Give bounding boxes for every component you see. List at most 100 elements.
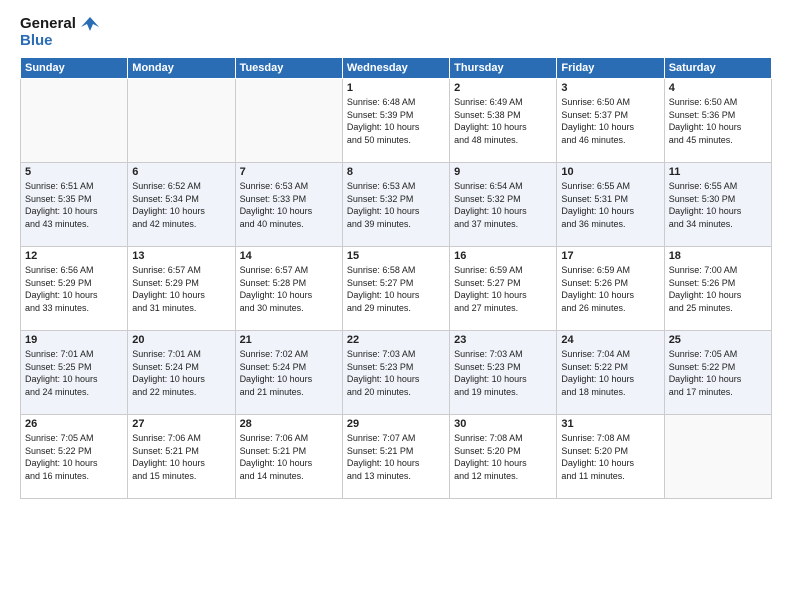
day-number: 7 bbox=[240, 166, 338, 178]
day-number: 30 bbox=[454, 418, 552, 430]
day-info: Sunrise: 6:51 AM Sunset: 5:35 PM Dayligh… bbox=[25, 180, 123, 230]
week-row-3: 12 Sunrise: 6:56 AM Sunset: 5:29 PM Dayli… bbox=[21, 247, 772, 331]
day-info: Sunrise: 6:53 AM Sunset: 5:33 PM Dayligh… bbox=[240, 180, 338, 230]
col-header-tuesday: Tuesday bbox=[235, 58, 342, 79]
day-cell: 28Sunrise: 7:06 AM Sunset: 5:21 PM Dayli… bbox=[235, 415, 342, 499]
day-number: 2 bbox=[454, 82, 552, 94]
calendar-table: SundayMondayTuesdayWednesdayThursdayFrid… bbox=[20, 57, 772, 499]
day-info: Sunrise: 7:02 AM Sunset: 5:24 PM Dayligh… bbox=[240, 348, 338, 398]
day-number: 8 bbox=[347, 166, 445, 178]
day-info: Sunrise: 7:08 AM Sunset: 5:20 PM Dayligh… bbox=[454, 432, 552, 482]
day-number: 23 bbox=[454, 334, 552, 346]
day-info: Sunrise: 7:03 AM Sunset: 5:23 PM Dayligh… bbox=[347, 348, 445, 398]
day-number: 3 bbox=[561, 82, 659, 94]
day-cell: 16 Sunrise: 6:59 AM Sunset: 5:27 PM Dayli… bbox=[450, 247, 557, 331]
day-info: Sunrise: 6:59 AM Sunset: 5:26 PM Dayligh… bbox=[561, 264, 659, 314]
day-info: Sunrise: 7:05 AM Sunset: 5:22 PM Dayligh… bbox=[669, 348, 767, 398]
day-info: Sunrise: 7:08 AM Sunset: 5:20 PM Dayligh… bbox=[561, 432, 659, 482]
day-cell: 7 Sunrise: 6:53 AM Sunset: 5:33 PM Daylig… bbox=[235, 163, 342, 247]
header: General Blue bbox=[20, 16, 772, 49]
day-cell: 8 Sunrise: 6:53 AM Sunset: 5:32 PM Daylig… bbox=[342, 163, 449, 247]
day-number: 12 bbox=[25, 250, 123, 262]
day-number: 1 bbox=[347, 82, 445, 94]
col-header-wednesday: Wednesday bbox=[342, 58, 449, 79]
day-info: Sunrise: 7:07 AM Sunset: 5:21 PM Dayligh… bbox=[347, 432, 445, 482]
week-row-1: 1 Sunrise: 6:48 AM Sunset: 5:39 PM Daylig… bbox=[21, 79, 772, 163]
week-row-2: 5 Sunrise: 6:51 AM Sunset: 5:35 PM Daylig… bbox=[21, 163, 772, 247]
day-number: 6 bbox=[132, 166, 230, 178]
day-info: Sunrise: 6:53 AM Sunset: 5:32 PM Dayligh… bbox=[347, 180, 445, 230]
day-info: Sunrise: 6:57 AM Sunset: 5:28 PM Dayligh… bbox=[240, 264, 338, 314]
day-info: Sunrise: 6:49 AM Sunset: 5:38 PM Dayligh… bbox=[454, 96, 552, 146]
day-info: Sunrise: 6:48 AM Sunset: 5:39 PM Dayligh… bbox=[347, 96, 445, 146]
day-cell bbox=[128, 79, 235, 163]
logo-bird-icon bbox=[81, 17, 99, 31]
day-cell bbox=[21, 79, 128, 163]
day-cell: 6 Sunrise: 6:52 AM Sunset: 5:34 PM Daylig… bbox=[128, 163, 235, 247]
day-info: Sunrise: 7:01 AM Sunset: 5:24 PM Dayligh… bbox=[132, 348, 230, 398]
day-number: 9 bbox=[454, 166, 552, 178]
day-number: 24 bbox=[561, 334, 659, 346]
day-number: 4 bbox=[669, 82, 767, 94]
col-header-friday: Friday bbox=[557, 58, 664, 79]
day-cell: 1 Sunrise: 6:48 AM Sunset: 5:39 PM Daylig… bbox=[342, 79, 449, 163]
day-cell: 10Sunrise: 6:55 AM Sunset: 5:31 PM Dayli… bbox=[557, 163, 664, 247]
day-number: 19 bbox=[25, 334, 123, 346]
col-header-monday: Monday bbox=[128, 58, 235, 79]
week-row-4: 19 Sunrise: 7:01 AM Sunset: 5:25 PM Dayli… bbox=[21, 331, 772, 415]
day-number: 27 bbox=[132, 418, 230, 430]
day-number: 16 bbox=[454, 250, 552, 262]
day-cell: 23 Sunrise: 7:03 AM Sunset: 5:23 PM Dayli… bbox=[450, 331, 557, 415]
col-header-thursday: Thursday bbox=[450, 58, 557, 79]
day-cell: 30 Sunrise: 7:08 AM Sunset: 5:20 PM Dayli… bbox=[450, 415, 557, 499]
day-info: Sunrise: 6:56 AM Sunset: 5:29 PM Dayligh… bbox=[25, 264, 123, 314]
day-cell: 26 Sunrise: 7:05 AM Sunset: 5:22 PM Dayli… bbox=[21, 415, 128, 499]
day-info: Sunrise: 7:01 AM Sunset: 5:25 PM Dayligh… bbox=[25, 348, 123, 398]
day-info: Sunrise: 7:04 AM Sunset: 5:22 PM Dayligh… bbox=[561, 348, 659, 398]
week-row-5: 26 Sunrise: 7:05 AM Sunset: 5:22 PM Dayli… bbox=[21, 415, 772, 499]
day-cell: 5 Sunrise: 6:51 AM Sunset: 5:35 PM Daylig… bbox=[21, 163, 128, 247]
day-info: Sunrise: 6:58 AM Sunset: 5:27 PM Dayligh… bbox=[347, 264, 445, 314]
logo-line2: Blue bbox=[20, 33, 99, 50]
day-info: Sunrise: 6:50 AM Sunset: 5:37 PM Dayligh… bbox=[561, 96, 659, 146]
day-number: 13 bbox=[132, 250, 230, 262]
col-header-saturday: Saturday bbox=[664, 58, 771, 79]
day-info: Sunrise: 7:06 AM Sunset: 5:21 PM Dayligh… bbox=[132, 432, 230, 482]
day-cell: 20 Sunrise: 7:01 AM Sunset: 5:24 PM Dayli… bbox=[128, 331, 235, 415]
day-number: 17 bbox=[561, 250, 659, 262]
day-cell: 19 Sunrise: 7:01 AM Sunset: 5:25 PM Dayli… bbox=[21, 331, 128, 415]
day-number: 25 bbox=[669, 334, 767, 346]
day-number: 21 bbox=[240, 334, 338, 346]
day-cell bbox=[664, 415, 771, 499]
day-number: 20 bbox=[132, 334, 230, 346]
day-info: Sunrise: 7:03 AM Sunset: 5:23 PM Dayligh… bbox=[454, 348, 552, 398]
day-number: 5 bbox=[25, 166, 123, 178]
day-info: Sunrise: 6:50 AM Sunset: 5:36 PM Dayligh… bbox=[669, 96, 767, 146]
day-cell: 3 Sunrise: 6:50 AM Sunset: 5:37 PM Daylig… bbox=[557, 79, 664, 163]
day-info: Sunrise: 6:52 AM Sunset: 5:34 PM Dayligh… bbox=[132, 180, 230, 230]
day-number: 18 bbox=[669, 250, 767, 262]
day-cell: 9Sunrise: 6:54 AM Sunset: 5:32 PM Daylig… bbox=[450, 163, 557, 247]
day-number: 29 bbox=[347, 418, 445, 430]
day-info: Sunrise: 7:06 AM Sunset: 5:21 PM Dayligh… bbox=[240, 432, 338, 482]
day-number: 10 bbox=[561, 166, 659, 178]
day-cell: 18Sunrise: 7:00 AM Sunset: 5:26 PM Dayli… bbox=[664, 247, 771, 331]
day-cell: 29 Sunrise: 7:07 AM Sunset: 5:21 PM Dayli… bbox=[342, 415, 449, 499]
day-info: Sunrise: 6:59 AM Sunset: 5:27 PM Dayligh… bbox=[454, 264, 552, 314]
day-cell: 2 Sunrise: 6:49 AM Sunset: 5:38 PM Daylig… bbox=[450, 79, 557, 163]
day-cell: 31Sunrise: 7:08 AM Sunset: 5:20 PM Dayli… bbox=[557, 415, 664, 499]
day-cell: 14Sunrise: 6:57 AM Sunset: 5:28 PM Dayli… bbox=[235, 247, 342, 331]
day-info: Sunrise: 6:57 AM Sunset: 5:29 PM Dayligh… bbox=[132, 264, 230, 314]
day-info: Sunrise: 7:05 AM Sunset: 5:22 PM Dayligh… bbox=[25, 432, 123, 482]
day-cell: 27 Sunrise: 7:06 AM Sunset: 5:21 PM Dayli… bbox=[128, 415, 235, 499]
day-cell: 24 Sunrise: 7:04 AM Sunset: 5:22 PM Dayli… bbox=[557, 331, 664, 415]
day-info: Sunrise: 6:55 AM Sunset: 5:30 PM Dayligh… bbox=[669, 180, 767, 230]
day-number: 26 bbox=[25, 418, 123, 430]
col-header-sunday: Sunday bbox=[21, 58, 128, 79]
header-row: SundayMondayTuesdayWednesdayThursdayFrid… bbox=[21, 58, 772, 79]
day-cell: 21 Sunrise: 7:02 AM Sunset: 5:24 PM Dayli… bbox=[235, 331, 342, 415]
day-cell: 4 Sunrise: 6:50 AM Sunset: 5:36 PM Daylig… bbox=[664, 79, 771, 163]
logo-line1: General bbox=[20, 16, 99, 33]
day-number: 15 bbox=[347, 250, 445, 262]
day-cell: 22Sunrise: 7:03 AM Sunset: 5:23 PM Dayli… bbox=[342, 331, 449, 415]
